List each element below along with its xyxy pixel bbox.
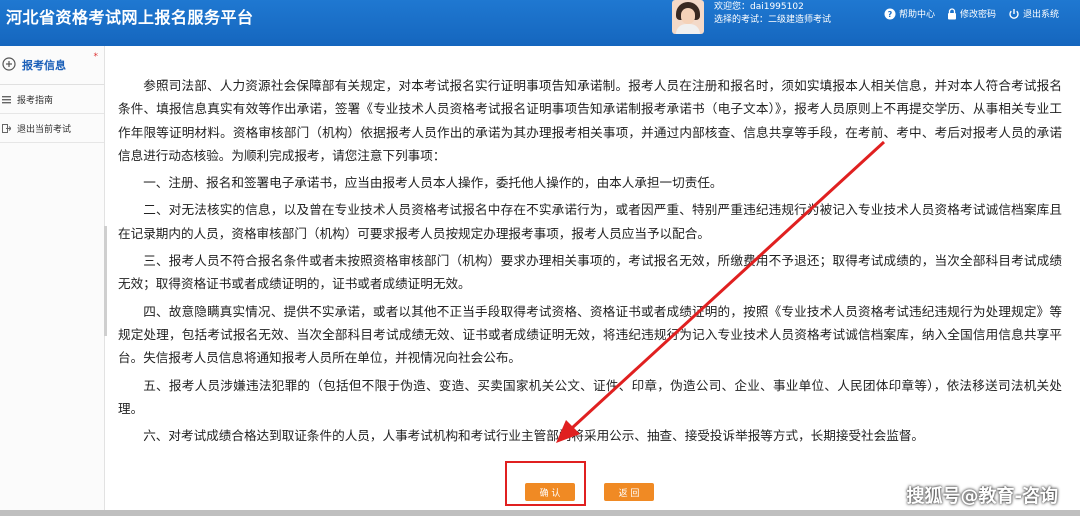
back-button[interactable]: 返 回 bbox=[604, 483, 654, 501]
watermark: 搜狐号@教育-咨询 bbox=[906, 486, 1058, 507]
bottom-scrollbar[interactable] bbox=[0, 510, 1080, 516]
annotation-arrow bbox=[556, 140, 886, 443]
confirm-button[interactable]: 确 认 bbox=[525, 483, 575, 501]
